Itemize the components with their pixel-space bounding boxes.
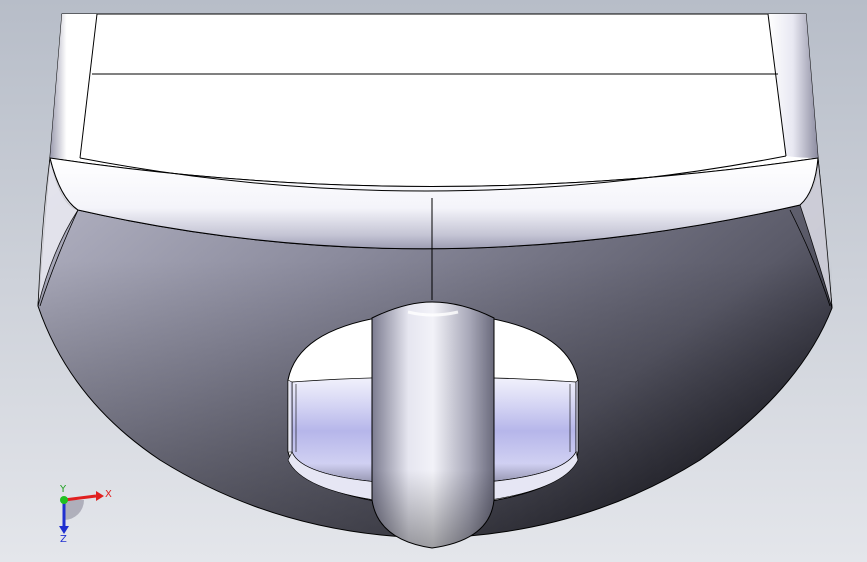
orientation-triad[interactable]: X Y Z	[44, 480, 124, 550]
triad-graphic: X Y Z	[59, 484, 112, 545]
y-axis-point	[60, 496, 68, 504]
triad-plane-shade	[64, 500, 84, 520]
x-axis-label: X	[105, 489, 112, 500]
top-face	[49, 13, 819, 187]
x-axis-arrow	[96, 491, 104, 501]
model-view[interactable]	[0, 0, 867, 562]
graphics-viewport[interactable]: X Y Z	[0, 0, 867, 562]
slot-left-wall	[287, 379, 293, 453]
slot-right-wall	[575, 379, 579, 453]
z-axis-arrow	[59, 526, 69, 534]
z-axis-label: Z	[60, 534, 67, 545]
y-axis-label: Y	[59, 484, 67, 495]
x-axis-line	[63, 494, 97, 502]
